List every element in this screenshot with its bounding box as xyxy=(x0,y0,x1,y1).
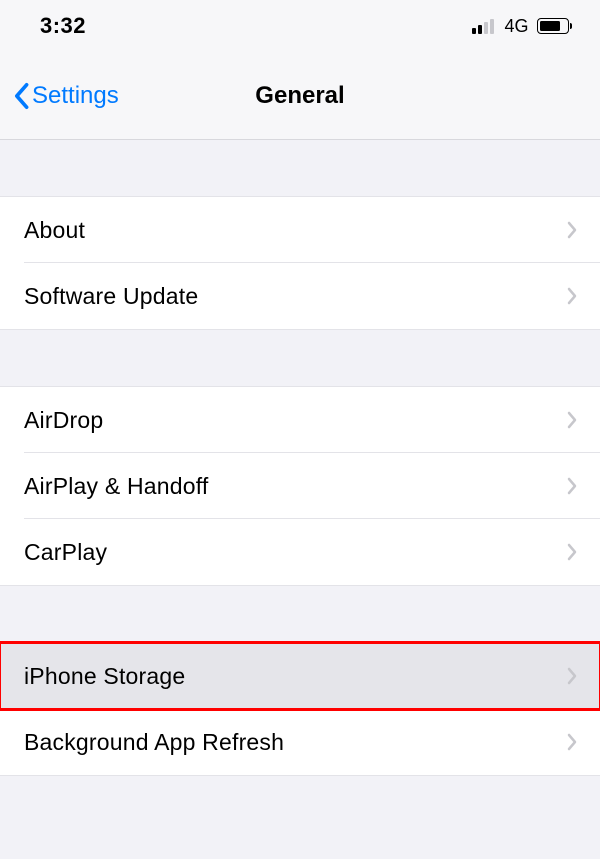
row-carplay[interactable]: CarPlay xyxy=(0,519,600,585)
status-time: 3:32 xyxy=(40,13,86,39)
cellular-signal-icon xyxy=(472,18,494,34)
chevron-right-icon xyxy=(566,476,578,496)
row-label: CarPlay xyxy=(24,539,107,566)
chevron-right-icon xyxy=(566,410,578,430)
row-airdrop[interactable]: AirDrop xyxy=(0,387,600,453)
list-group: AirDrop AirPlay & Handoff CarPlay xyxy=(0,386,600,586)
battery-icon xyxy=(537,18,573,34)
list-group: iPhone Storage Background App Refresh xyxy=(0,642,600,776)
row-background-app-refresh[interactable]: Background App Refresh xyxy=(0,709,600,775)
row-label: iPhone Storage xyxy=(24,663,185,690)
row-label: AirPlay & Handoff xyxy=(24,473,209,500)
status-bar: 3:32 4G xyxy=(0,0,600,52)
chevron-right-icon xyxy=(566,666,578,686)
row-label: Background App Refresh xyxy=(24,729,284,756)
nav-bar: Settings General xyxy=(0,52,600,140)
row-label: AirDrop xyxy=(24,407,103,434)
chevron-right-icon xyxy=(566,732,578,752)
list-group: About Software Update xyxy=(0,196,600,330)
group-gap xyxy=(0,140,600,196)
back-label: Settings xyxy=(32,82,119,110)
chevron-right-icon xyxy=(566,220,578,240)
row-iphone-storage[interactable]: iPhone Storage xyxy=(0,643,600,709)
row-airplay-handoff[interactable]: AirPlay & Handoff xyxy=(0,453,600,519)
row-about[interactable]: About xyxy=(0,197,600,263)
chevron-left-icon xyxy=(12,82,30,110)
row-software-update[interactable]: Software Update xyxy=(0,263,600,329)
group-gap xyxy=(0,330,600,386)
chevron-right-icon xyxy=(566,542,578,562)
back-button[interactable]: Settings xyxy=(0,82,119,110)
row-label: Software Update xyxy=(24,283,198,310)
status-indicators: 4G xyxy=(472,16,572,37)
group-gap xyxy=(0,586,600,642)
settings-list: About Software Update AirDrop AirPlay & … xyxy=(0,140,600,776)
chevron-right-icon xyxy=(566,286,578,306)
network-type: 4G xyxy=(504,16,528,37)
row-label: About xyxy=(24,217,85,244)
